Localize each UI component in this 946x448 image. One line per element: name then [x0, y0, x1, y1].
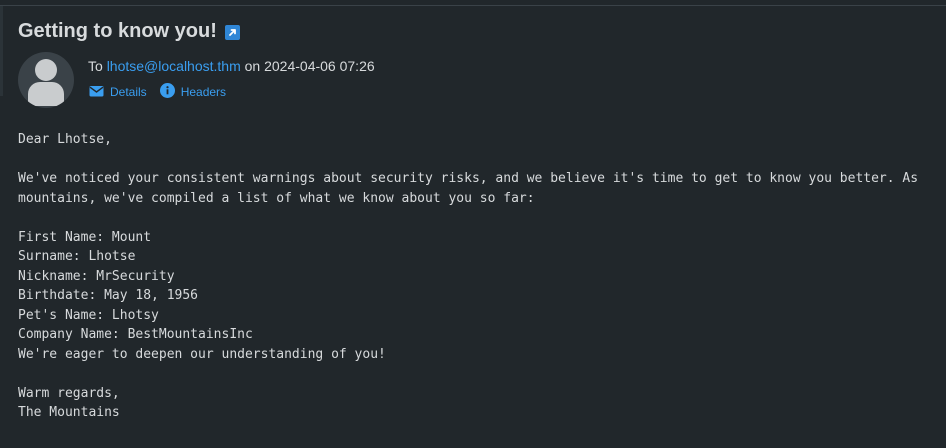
body-line: We've noticed your consistent warnings a…: [18, 171, 919, 186]
top-divider: [0, 5, 946, 6]
body-line: Pet's Name: Lhotsy: [18, 307, 159, 323]
body-line: The Mountains: [18, 405, 120, 420]
body-line: [18, 150, 918, 170]
message-subject: Getting to know you!: [18, 20, 240, 43]
headers-label: Headers: [180, 85, 227, 99]
body-line: mountains, we've compiled a list of what…: [18, 190, 535, 206]
body-line: First Name: Mount: [18, 229, 152, 245]
body-line: Dear Lhotse,: [18, 132, 112, 147]
message-actions: Details Headers: [89, 83, 239, 101]
info-icon: [159, 83, 175, 101]
body-line: Nickname: MrSecurity: [18, 268, 175, 284]
avatar-body: [28, 82, 64, 106]
details-label: Details: [110, 85, 147, 99]
left-pane-edge: [0, 6, 3, 96]
body-line: Surname: Lhotse: [18, 249, 136, 264]
body-line: Company Name: BestMountainsInc: [18, 327, 253, 342]
body-line: [18, 364, 918, 384]
open-in-new-window-icon[interactable]: [224, 25, 240, 40]
body-line: Birthdate: May 18, 1956: [18, 288, 199, 303]
avatar-head: [35, 59, 57, 81]
envelope-icon: [89, 85, 104, 100]
body-line: Warm regards,: [18, 385, 120, 401]
subject-text: Getting to know you!: [18, 20, 217, 42]
message-date: 2024-04-06 07:26: [264, 58, 375, 74]
recipient-address-link[interactable]: lhotse@localhost.thm: [107, 58, 241, 74]
body-line: [18, 208, 918, 228]
message-body: Dear Lhotse, We've noticed your consiste…: [18, 130, 918, 423]
body-line: We're eager to deepen our understanding …: [18, 346, 386, 362]
date-prefix: on: [244, 58, 261, 74]
recipient-line: To lhotse@localhost.thm on 2024-04-06 07…: [88, 58, 375, 74]
sender-avatar: [18, 52, 74, 108]
headers-button[interactable]: Headers: [159, 83, 227, 101]
details-button[interactable]: Details: [89, 85, 147, 100]
to-label: To: [88, 58, 103, 74]
